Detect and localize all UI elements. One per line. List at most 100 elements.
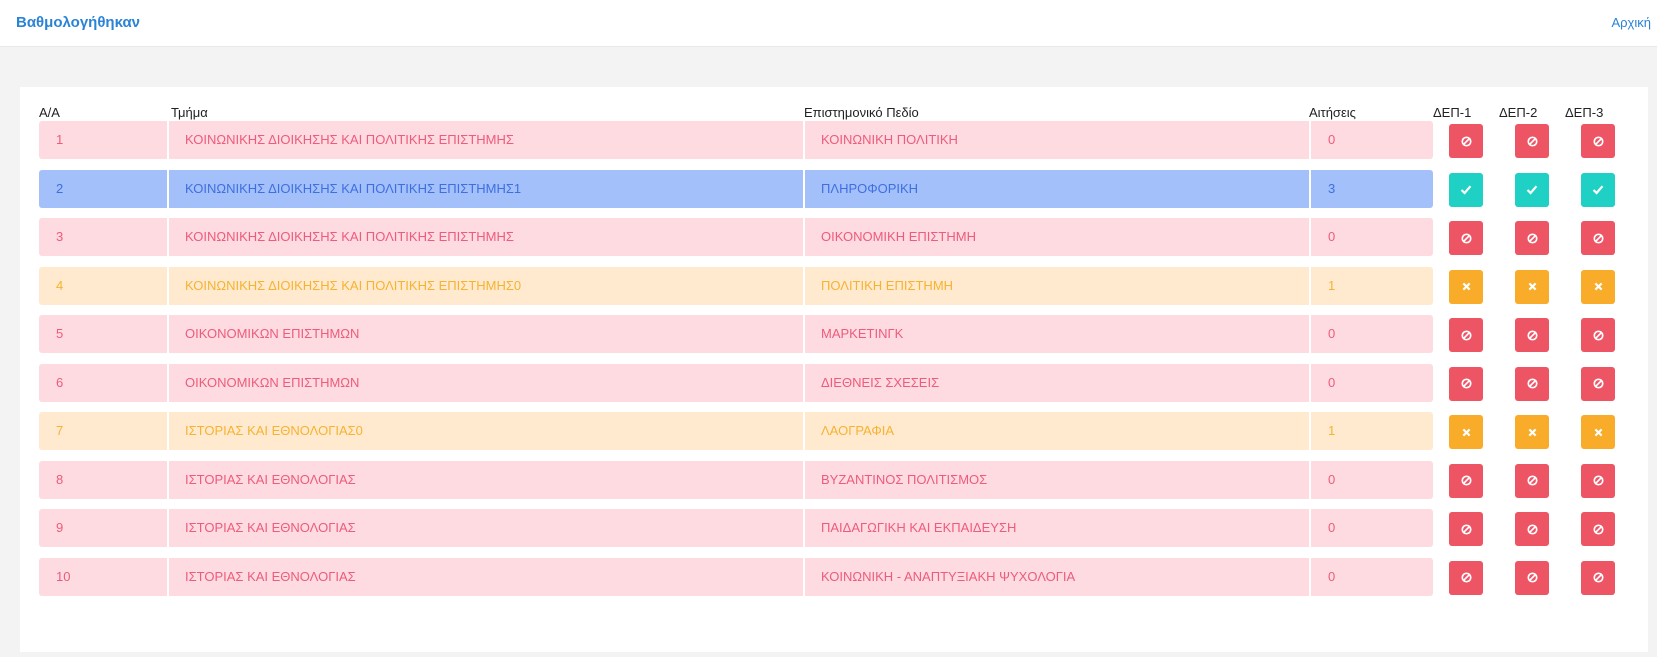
home-link[interactable]: Αρχική bbox=[1611, 15, 1651, 30]
dep3-status-button[interactable] bbox=[1581, 172, 1615, 207]
ban-icon bbox=[1460, 329, 1472, 341]
cell-applications: 0 bbox=[1311, 218, 1433, 256]
ban-icon bbox=[1526, 232, 1538, 244]
cell-aa: 2 bbox=[39, 169, 167, 208]
cell-field: ΚΟΙΝΩΝΙΚΗ - ΑΝΑΠΤΥΞΙΑΚΗ ΨΥΧΟΛΟΓΙΑ bbox=[805, 557, 1309, 596]
results-card: Α/Α Τμήμα Επιστημονικό Πεδίο Αιτήσεις ΔΕ… bbox=[20, 87, 1648, 652]
dep2-status-button[interactable] bbox=[1515, 172, 1549, 207]
dep2-status-button[interactable] bbox=[1515, 463, 1549, 498]
ban-icon bbox=[1592, 475, 1604, 486]
dep3-status-button[interactable] bbox=[1581, 124, 1615, 158]
cell-aa: 4 bbox=[39, 266, 167, 305]
cell-department: ΙΣΤΟΡΙΑΣ ΚΑΙ ΕΘΝΟΛΟΓΙΑΣ bbox=[169, 557, 803, 596]
cell-field: ΔΙΕΘΝΕΙΣ ΣΧΕΣΕΙΣ bbox=[805, 363, 1309, 402]
dep1-status-button[interactable] bbox=[1449, 366, 1483, 401]
dep1-status-button[interactable] bbox=[1449, 124, 1483, 158]
table-row: 3 ΚΟΙΝΩΝΙΚΗΣ ΔΙΟΙΚΗΣΗΣ ΚΑΙ ΠΟΛΙΤΙΚΗΣ ΕΠΙΣ… bbox=[39, 218, 1615, 256]
table-row: 4 ΚΟΙΝΩΝΙΚΗΣ ΔΙΟΙΚΗΣΗΣ ΚΑΙ ΠΟΛΙΤΙΚΗΣ ΕΠΙΣ… bbox=[39, 266, 1615, 305]
cell-field: ΜΑΡΚΕΤΙΝΓΚ bbox=[805, 315, 1309, 353]
dep3-status-button[interactable] bbox=[1581, 463, 1615, 498]
cell-aa: 1 bbox=[39, 121, 167, 159]
dep1-status-button[interactable] bbox=[1449, 318, 1483, 352]
cell-field: ΠΛΗΡΟΦΟΡΙΚΗ bbox=[805, 169, 1309, 208]
cell-department: ΟΙΚΟΝΟΜΙΚΩΝ ΕΠΙΣΤΗΜΩΝ bbox=[169, 363, 803, 402]
cell-applications: 1 bbox=[1311, 412, 1433, 450]
dep1-status-button[interactable] bbox=[1449, 560, 1483, 595]
table-row: 9 ΙΣΤΟΡΙΑΣ ΚΑΙ ΕΘΝΟΛΟΓΙΑΣ ΠΑΙΔΑΓΩΓΙΚΗ ΚΑΙ … bbox=[39, 509, 1615, 547]
dep3-status-button[interactable] bbox=[1581, 560, 1615, 595]
dep1-status-button[interactable] bbox=[1449, 172, 1483, 207]
dep2-status-button[interactable] bbox=[1515, 366, 1549, 401]
dep3-status-button[interactable] bbox=[1581, 318, 1615, 352]
dep3-status-button[interactable] bbox=[1581, 415, 1615, 449]
cell-field: ΠΟΛΙΤΙΚΗ ΕΠΙΣΤΗΜΗ bbox=[805, 266, 1309, 305]
cell-applications: 0 bbox=[1311, 557, 1433, 596]
table-row: 2 ΚΟΙΝΩΝΙΚΗΣ ΔΙΟΙΚΗΣΗΣ ΚΑΙ ΠΟΛΙΤΙΚΗΣ ΕΠΙΣ… bbox=[39, 169, 1615, 208]
header-dep3: ΔΕΠ-3 bbox=[1565, 105, 1604, 120]
cell-department: ΚΟΙΝΩΝΙΚΗΣ ΔΙΟΙΚΗΣΗΣ ΚΑΙ ΠΟΛΙΤΙΚΗΣ ΕΠΙΣΤ… bbox=[169, 266, 803, 305]
cell-department: ΙΣΤΟΡΙΑΣ ΚΑΙ ΕΘΝΟΛΟΓΙΑΣ bbox=[169, 460, 803, 499]
check-icon bbox=[1592, 184, 1604, 195]
cell-aa: 9 bbox=[39, 509, 167, 547]
table-row: 10 ΙΣΤΟΡΙΑΣ ΚΑΙ ΕΘΝΟΛΟΓΙΑΣ ΚΟΙΝΩΝΙΚΗ - ΑΝΑ… bbox=[39, 557, 1615, 596]
ban-icon bbox=[1592, 135, 1604, 147]
cell-applications: 0 bbox=[1311, 460, 1433, 499]
dep1-status-button[interactable] bbox=[1449, 463, 1483, 498]
ban-icon bbox=[1526, 475, 1538, 486]
dep2-status-button[interactable] bbox=[1515, 124, 1549, 158]
table-row: 5 ΟΙΚΟΝΟΜΙΚΩΝ ΕΠΙΣΤΗΜΩΝ ΜΑΡΚΕΤΙΝΓΚ 0 bbox=[39, 315, 1615, 353]
ban-icon bbox=[1592, 523, 1604, 535]
dep2-status-button[interactable] bbox=[1515, 415, 1549, 449]
check-icon bbox=[1526, 184, 1538, 195]
header-department: Τμήμα bbox=[171, 105, 208, 120]
cell-applications: 3 bbox=[1311, 169, 1433, 208]
ban-icon bbox=[1460, 523, 1472, 535]
ban-icon bbox=[1460, 378, 1472, 389]
times-icon bbox=[1528, 428, 1537, 437]
cell-applications: 0 bbox=[1311, 121, 1433, 159]
header-dep2: ΔΕΠ-2 bbox=[1499, 105, 1538, 120]
dep1-status-button[interactable] bbox=[1449, 415, 1483, 449]
cell-aa: 5 bbox=[39, 315, 167, 353]
cell-department: ΙΣΤΟΡΙΑΣ ΚΑΙ ΕΘΝΟΛΟΓΙΑΣ bbox=[169, 509, 803, 547]
ban-icon bbox=[1526, 329, 1538, 341]
dep3-status-button[interactable] bbox=[1581, 366, 1615, 401]
dep2-status-button[interactable] bbox=[1515, 512, 1549, 546]
ban-icon bbox=[1526, 378, 1538, 389]
cell-department: ΚΟΙΝΩΝΙΚΗΣ ΔΙΟΙΚΗΣΗΣ ΚΑΙ ΠΟΛΙΤΙΚΗΣ ΕΠΙΣΤ… bbox=[169, 218, 803, 256]
table-row: 6 ΟΙΚΟΝΟΜΙΚΩΝ ΕΠΙΣΤΗΜΩΝ ΔΙΕΘΝΕΙΣ ΣΧΕΣΕΙΣ 0 bbox=[39, 363, 1615, 402]
cell-applications: 0 bbox=[1311, 363, 1433, 402]
dep1-status-button[interactable] bbox=[1449, 269, 1483, 304]
cell-applications: 0 bbox=[1311, 509, 1433, 547]
table-row: 1 ΚΟΙΝΩΝΙΚΗΣ ΔΙΟΙΚΗΣΗΣ ΚΑΙ ΠΟΛΙΤΙΚΗΣ ΕΠΙΣ… bbox=[39, 121, 1615, 159]
header-aa: Α/Α bbox=[39, 105, 60, 120]
dep2-status-button[interactable] bbox=[1515, 318, 1549, 352]
dep2-status-button[interactable] bbox=[1515, 560, 1549, 595]
table-row: 7 ΙΣΤΟΡΙΑΣ ΚΑΙ ΕΘΝΟΛΟΓΙΑΣ0 ΛΑΟΓΡΑΦΙΑ 1 bbox=[39, 412, 1615, 450]
header-field: Επιστημονικό Πεδίο bbox=[804, 105, 919, 120]
dep3-status-button[interactable] bbox=[1581, 269, 1615, 304]
dep3-status-button[interactable] bbox=[1581, 221, 1615, 255]
cell-applications: 1 bbox=[1311, 266, 1433, 305]
check-icon bbox=[1460, 184, 1472, 195]
cell-aa: 6 bbox=[39, 363, 167, 402]
cell-department: ΟΙΚΟΝΟΜΙΚΩΝ ΕΠΙΣΤΗΜΩΝ bbox=[169, 315, 803, 353]
cell-aa: 8 bbox=[39, 460, 167, 499]
dep1-status-button[interactable] bbox=[1449, 221, 1483, 255]
cell-aa: 10 bbox=[39, 557, 167, 596]
cell-aa: 3 bbox=[39, 218, 167, 256]
cell-field: ΟΙΚΟΝΟΜΙΚΗ ΕΠΙΣΤΗΜΗ bbox=[805, 218, 1309, 256]
ban-icon bbox=[1460, 475, 1472, 486]
cell-department: ΙΣΤΟΡΙΑΣ ΚΑΙ ΕΘΝΟΛΟΓΙΑΣ0 bbox=[169, 412, 803, 450]
dep2-status-button[interactable] bbox=[1515, 221, 1549, 255]
header-dep1: ΔΕΠ-1 bbox=[1433, 105, 1472, 120]
ban-icon bbox=[1460, 232, 1472, 244]
cell-department: ΚΟΙΝΩΝΙΚΗΣ ΔΙΟΙΚΗΣΗΣ ΚΑΙ ΠΟΛΙΤΙΚΗΣ ΕΠΙΣΤ… bbox=[169, 121, 803, 159]
dep1-status-button[interactable] bbox=[1449, 512, 1483, 546]
times-icon bbox=[1462, 282, 1471, 291]
dep2-status-button[interactable] bbox=[1515, 269, 1549, 304]
table-row: 8 ΙΣΤΟΡΙΑΣ ΚΑΙ ΕΘΝΟΛΟΓΙΑΣ ΒΥΖΑΝΤΙΝΟΣ ΠΟΛΙΤ… bbox=[39, 460, 1615, 499]
dep3-status-button[interactable] bbox=[1581, 512, 1615, 546]
page-title: Βαθμολογήθηκαν bbox=[16, 14, 141, 31]
times-icon bbox=[1462, 428, 1471, 437]
